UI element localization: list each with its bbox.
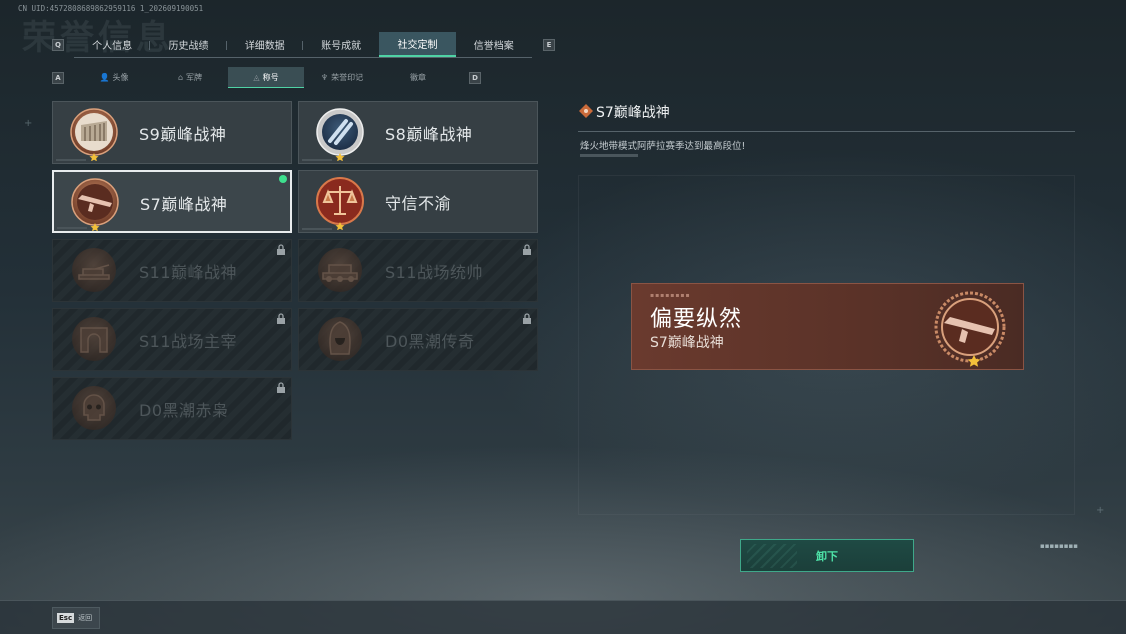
key-hint-d: D: [469, 72, 481, 84]
crosshair-mark: +: [1096, 505, 1105, 516]
title-name: D0黑潮传奇: [385, 332, 475, 351]
skull-medal-icon: [72, 386, 116, 430]
title-name: S8巅峰战神: [385, 125, 473, 144]
unequip-label: 卸下: [816, 549, 838, 563]
lock-icon: [277, 313, 285, 324]
title-card-s7[interactable]: S7巅峰战神: [52, 170, 292, 233]
title-icon: ◬: [253, 72, 260, 82]
rifle-medal-icon: [71, 178, 119, 231]
title-card-s8[interactable]: S8巅峰战神: [298, 101, 538, 164]
blue-bullets-medal-icon: [316, 108, 364, 161]
card-decoration: [57, 227, 87, 229]
tab-achievements[interactable]: 账号成就: [303, 32, 379, 57]
title-name: S7巅峰战神: [140, 195, 228, 214]
dogtag-icon: ⌂: [177, 73, 184, 82]
subtab-title[interactable]: ◬ 称号: [228, 67, 304, 88]
arch-medal-icon: [72, 317, 116, 361]
subtab-avatar[interactable]: 👤 头像: [76, 67, 152, 88]
tab-detailed-data[interactable]: 详细数据: [227, 32, 303, 57]
building-medal-icon: [70, 108, 118, 161]
title-card-s11-commander[interactable]: S11战场统帅: [298, 239, 538, 302]
key-hint-e: E: [543, 39, 555, 51]
main-tabs: 个人信息 历史战绩 详细数据 账号成就 社交定制 信誉档案: [74, 32, 532, 58]
uid-text: CN UID:4572808689862959116 1_20260919005…: [18, 4, 204, 13]
scales-medal-icon: [316, 177, 364, 230]
title-name: S9巅峰战神: [139, 125, 227, 144]
title-name: S11巅峰战神: [139, 263, 238, 282]
detail-title: S7巅峰战神: [596, 105, 670, 121]
tab-personal-info[interactable]: 个人信息: [74, 32, 151, 57]
lock-icon: [523, 244, 531, 255]
title-card-s11-peak[interactable]: S11巅峰战神: [52, 239, 292, 302]
card-decoration: [302, 228, 332, 230]
button-decoration: [747, 544, 797, 568]
title-card-s9[interactable]: S9巅峰战神: [52, 101, 292, 164]
title-card-s11-master[interactable]: S11战场主宰: [52, 308, 292, 371]
sub-tabs: 👤 头像 ⌂ 军牌 ◬ 称号 ♆ 荣誉印记 徽章: [76, 67, 456, 88]
person-icon: 👤: [99, 73, 110, 82]
lock-icon: [277, 382, 285, 393]
back-button[interactable]: Esc 返回: [52, 607, 100, 629]
bottom-bar: [0, 600, 1126, 634]
esc-key: Esc: [57, 613, 75, 623]
detail-decoration-bar: [580, 154, 638, 157]
preview-title: S7巅峰战神: [650, 335, 724, 351]
tab-reputation[interactable]: 信誉档案: [456, 32, 532, 57]
lock-icon: [277, 244, 285, 255]
corner-decoration: ▪▪▪▪▪▪▪▪: [1040, 542, 1078, 550]
key-hint-a: A: [52, 72, 64, 84]
title-card-d0-owl[interactable]: D0黑潮赤枭: [52, 377, 292, 440]
title-name: S11战场统帅: [385, 263, 484, 282]
detail-description: 烽火地带模式阿萨拉赛季达到最高段位!: [580, 141, 746, 152]
title-name: S11战场主宰: [139, 332, 238, 351]
title-diamond-icon: [579, 104, 593, 118]
unequip-button[interactable]: 卸下: [740, 539, 914, 572]
preview-player-name: 偏要纵然: [650, 307, 743, 332]
emblem-icon: ♆: [320, 73, 329, 82]
lock-icon: [523, 313, 531, 324]
title-card-trustworthy[interactable]: 守信不渝: [298, 170, 538, 233]
key-hint-q: Q: [52, 39, 64, 51]
crosshair-mark: +: [24, 118, 33, 129]
hooded-medal-icon: [318, 317, 362, 361]
apc-medal-icon: [318, 248, 362, 292]
equipped-indicator: [279, 175, 287, 183]
back-label: 返回: [78, 614, 93, 622]
subtab-emblem[interactable]: ♆ 荣誉印记: [304, 67, 380, 88]
tab-history[interactable]: 历史战绩: [150, 32, 227, 57]
preview-decoration: ▪▪▪▪▪▪▪▪: [650, 292, 691, 299]
tank-medal-icon: [72, 248, 116, 292]
tab-social-custom[interactable]: 社交定制: [379, 32, 456, 57]
title-card-d0-legend[interactable]: D0黑潮传奇: [298, 308, 538, 371]
subtab-badge[interactable]: 徽章: [380, 67, 456, 88]
card-decoration: [56, 159, 86, 161]
card-decoration: [302, 159, 332, 161]
title-name: D0黑潮赤枭: [139, 401, 229, 420]
title-name: 守信不渝: [385, 194, 452, 213]
subtab-dogtag[interactable]: ⌂ 军牌: [152, 67, 228, 88]
rifle-medal-icon: [934, 291, 1006, 367]
title-preview-card: ▪▪▪▪▪▪▪▪ 偏要纵然 S7巅峰战神: [631, 283, 1024, 370]
detail-divider: [578, 131, 1075, 132]
